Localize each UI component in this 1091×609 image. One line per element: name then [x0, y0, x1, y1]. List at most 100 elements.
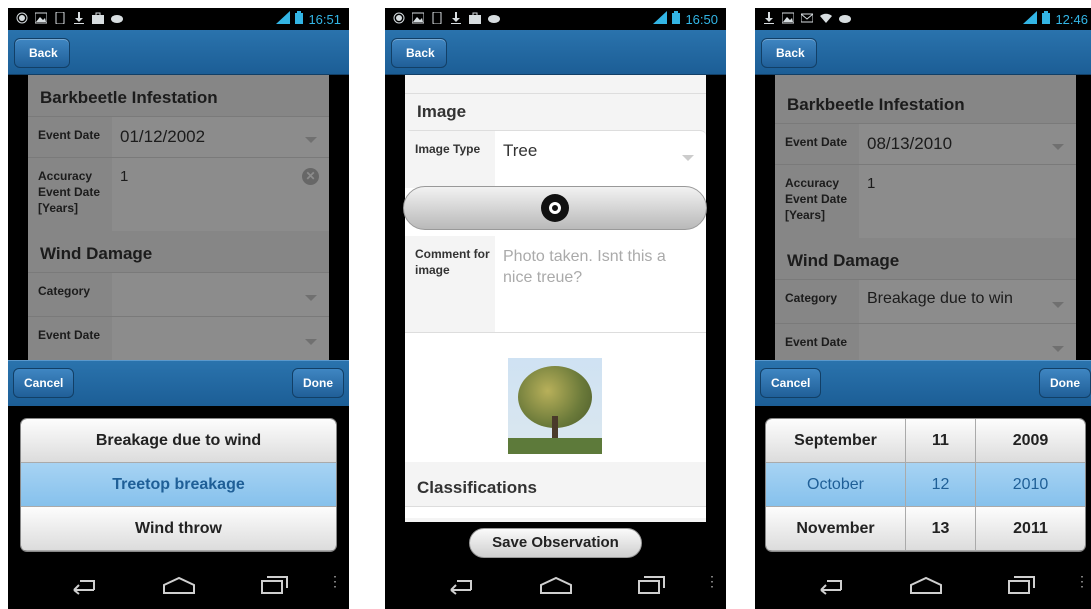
category-value[interactable]: Breakage due to win	[859, 280, 1076, 323]
date-picker-cell[interactable]: November	[766, 507, 905, 551]
phone-screen-category-picker: 16:51 Back Barkbeetle Infestation Event …	[8, 8, 349, 609]
image-type-field[interactable]: Image Type Tree	[405, 130, 706, 188]
date-picker[interactable]: September October November 11 12 13 2009 2010…	[765, 418, 1086, 552]
home-nav-icon[interactable]	[538, 575, 574, 600]
event-date-field[interactable]: Event Date 08/13/2010	[775, 123, 1076, 164]
back-nav-icon[interactable]	[66, 575, 98, 600]
dropdown-arrow-icon	[305, 294, 317, 301]
category-field[interactable]: Category Breakage due to win	[775, 279, 1076, 323]
back-nav-icon[interactable]	[443, 575, 475, 600]
done-button[interactable]: Done	[292, 368, 344, 398]
recents-nav-icon[interactable]	[637, 575, 667, 600]
accuracy-field[interactable]: Accuracy Event Date [Years] 1	[775, 164, 1076, 238]
bag-icon	[92, 11, 104, 24]
section-title: Image	[417, 102, 467, 121]
phone-icon	[431, 11, 443, 24]
date-picker-cell[interactable]: 2010	[976, 463, 1085, 507]
accuracy-input[interactable]: 1	[859, 165, 1076, 238]
menu-dots-icon[interactable]: ⋮	[328, 573, 342, 590]
event-date-2-field[interactable]: Event Date	[28, 316, 329, 360]
header-bar: Back	[385, 30, 726, 75]
day-column[interactable]: 11 12 13	[906, 419, 976, 551]
date-picker-cell[interactable]: 12	[906, 463, 975, 507]
download-icon	[450, 11, 462, 24]
comment-field[interactable]: Comment for image Photo taken. Isnt this…	[405, 236, 706, 332]
take-photo-button[interactable]	[403, 186, 707, 230]
status-time: 12:46	[1055, 11, 1088, 27]
battery-icon	[295, 11, 304, 27]
phone-screen-date-picker: 12:46 Back Barkbeetle Infestation Event …	[755, 8, 1091, 609]
dropdown-arrow-icon	[1052, 345, 1064, 352]
dropdown-arrow-icon	[682, 155, 694, 161]
category-value[interactable]	[112, 273, 329, 316]
event-date-value[interactable]: 01/12/2002	[112, 117, 329, 157]
phone-icon	[54, 11, 66, 24]
image-icon	[412, 11, 424, 24]
date-picker-cell[interactable]: 11	[906, 419, 975, 463]
signal-icon	[1023, 11, 1038, 27]
field-label: Category	[28, 273, 112, 316]
cancel-button[interactable]: Cancel	[760, 368, 822, 398]
back-button[interactable]: Back	[761, 38, 817, 68]
field-label: Event Date	[775, 124, 859, 164]
status-bar: 12:46	[755, 8, 1091, 30]
status-time: 16:51	[308, 11, 341, 27]
home-nav-icon[interactable]	[161, 575, 197, 600]
menu-dots-icon[interactable]: ⋮	[705, 573, 719, 590]
event-date-2-value[interactable]	[112, 317, 329, 360]
camera-icon	[541, 194, 569, 222]
recents-nav-icon[interactable]	[260, 575, 290, 600]
dropdown-arrow-icon	[305, 137, 317, 143]
android-nav-bar: ⋮	[755, 561, 1091, 609]
back-button[interactable]: Back	[14, 38, 70, 68]
picker-area: September October November 11 12 13 2009 2010…	[755, 406, 1091, 561]
wifi-icon	[820, 11, 832, 24]
month-column[interactable]: September October November	[766, 419, 906, 551]
event-date-field[interactable]: Event Date 01/12/2002	[28, 116, 329, 157]
back-button[interactable]: Back	[391, 38, 447, 68]
date-picker-cell[interactable]: 13	[906, 507, 975, 551]
section-title: Barkbeetle Infestation	[787, 95, 965, 114]
form-content: Image Image Type Tree Comment for image …	[405, 75, 706, 553]
picker-option[interactable]: Treetop breakage	[21, 463, 336, 507]
section-title: Wind Damage	[787, 251, 900, 270]
status-bar: 16:51	[8, 8, 349, 30]
menu-dots-icon[interactable]: ⋮	[1075, 573, 1089, 590]
home-nav-icon[interactable]	[908, 575, 944, 600]
back-nav-icon[interactable]	[813, 575, 845, 600]
date-picker-cell[interactable]: 2011	[976, 507, 1085, 551]
picker-option[interactable]: Wind throw	[21, 507, 336, 551]
year-column[interactable]: 2009 2010 2011	[976, 419, 1085, 551]
header-bar: Back	[8, 30, 349, 75]
category-field[interactable]: Category	[28, 272, 329, 316]
field-label: Event Date	[28, 317, 112, 360]
android-nav-bar: ⋮	[385, 561, 726, 609]
recents-nav-icon[interactable]	[1007, 575, 1037, 600]
date-picker-cell[interactable]: 2009	[976, 419, 1085, 463]
section-title: Classifications	[417, 478, 537, 497]
accuracy-field[interactable]: Accuracy Event Date [Years] 1 ✕	[28, 157, 329, 231]
phone-screen-image-observation: 16:50 Back Image Image Type Tree Comment…	[385, 8, 726, 609]
save-observation-button[interactable]: Save Observation	[469, 528, 642, 558]
download-icon	[73, 11, 85, 24]
battery-icon	[1042, 11, 1051, 27]
accuracy-input[interactable]: 1	[112, 158, 329, 231]
signal-icon	[653, 11, 668, 27]
date-picker-cell[interactable]: September	[766, 419, 905, 463]
gamepad-icon	[488, 11, 500, 24]
image-icon	[35, 11, 47, 24]
photo-preview-area	[405, 332, 706, 462]
cancel-button[interactable]: Cancel	[13, 368, 75, 398]
picker-option[interactable]: Breakage due to wind	[21, 419, 336, 463]
gps-icon	[393, 11, 405, 24]
date-picker-cell[interactable]: October	[766, 463, 905, 507]
section-title: Wind Damage	[40, 244, 153, 263]
comment-textarea[interactable]: Photo taken. Isnt this a nice treue?	[495, 236, 706, 332]
clear-icon[interactable]: ✕	[302, 168, 319, 185]
image-type-value[interactable]: Tree	[495, 131, 706, 188]
category-picker[interactable]: Breakage due to wind Treetop breakage Wind…	[20, 418, 337, 552]
footer-bar: Save Observation	[385, 522, 726, 561]
done-button[interactable]: Done	[1039, 368, 1091, 398]
event-date-value[interactable]: 08/13/2010	[859, 124, 1076, 164]
field-label: Event Date	[28, 117, 112, 157]
